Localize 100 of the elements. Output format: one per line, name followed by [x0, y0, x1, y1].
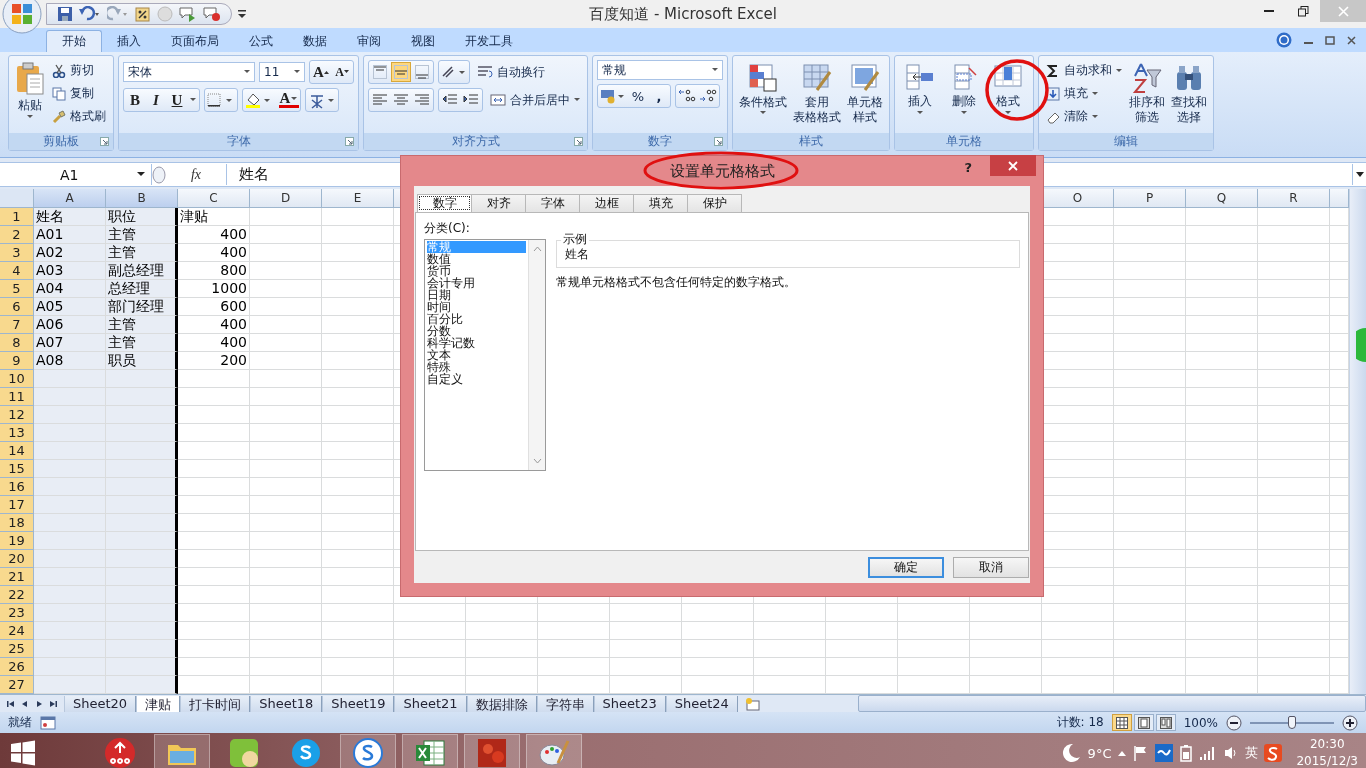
italic-button[interactable]: I: [146, 90, 166, 110]
percent-style-icon[interactable]: [135, 6, 151, 22]
zoom-out-icon[interactable]: [1226, 714, 1242, 731]
column-header[interactable]: O: [1042, 189, 1114, 208]
column-header[interactable]: Q: [1186, 189, 1258, 208]
comment-arrow-icon[interactable]: [179, 6, 197, 22]
sheet-tab[interactable]: Sheet20: [64, 695, 137, 712]
row-header[interactable]: 14: [0, 442, 34, 460]
category-item[interactable]: 自定义: [427, 373, 526, 385]
taskbar-button[interactable]: [340, 734, 396, 768]
category-item[interactable]: 会计专用: [427, 277, 526, 289]
next-sheet-icon[interactable]: [34, 698, 44, 709]
row-header[interactable]: 10: [0, 370, 34, 388]
find-button[interactable]: 查找和 选择: [1169, 60, 1209, 127]
slider-thumb[interactable]: [1288, 715, 1296, 729]
dialog-tab[interactable]: 边框: [579, 194, 634, 212]
row-header[interactable]: 2: [0, 226, 34, 244]
caret-icon[interactable]: [188, 97, 198, 103]
dialog-tab[interactable]: 字体: [525, 194, 580, 212]
bold-button[interactable]: B: [125, 90, 145, 110]
taskbar-button[interactable]: [464, 734, 520, 768]
table-button[interactable]: 套用 表格格式: [791, 60, 843, 127]
category-item[interactable]: 文本: [427, 349, 526, 361]
dialog-launcher-icon[interactable]: [714, 137, 723, 146]
first-sheet-icon[interactable]: [6, 698, 16, 709]
column-header[interactable]: D: [250, 189, 322, 208]
clear-button[interactable]: 清除: [1043, 106, 1125, 127]
row-header[interactable]: 24: [0, 622, 34, 640]
sheet-tab[interactable]: Sheet24: [665, 695, 738, 712]
column-header[interactable]: B: [106, 189, 178, 208]
row-header[interactable]: 5: [0, 280, 34, 298]
grow-font-button[interactable]: A: [311, 62, 331, 82]
row-header[interactable]: 13: [0, 424, 34, 442]
row-header[interactable]: 11: [0, 388, 34, 406]
wrap-text-button[interactable]: 自动换行: [474, 61, 548, 83]
row-header[interactable]: 12: [0, 406, 34, 424]
battery-icon[interactable]: [1179, 744, 1194, 762]
sheet-tab[interactable]: 字符串: [536, 695, 594, 712]
paste-button[interactable]: 粘贴: [13, 60, 47, 121]
column-header[interactable]: R: [1258, 189, 1330, 208]
break-view-button[interactable]: [1155, 714, 1176, 731]
cellstyle-button[interactable]: 单元格 样式: [845, 60, 885, 127]
help-button[interactable]: ?: [964, 160, 972, 175]
save-icon[interactable]: [57, 6, 73, 22]
row-header[interactable]: 6: [0, 298, 34, 316]
customize-caret-icon[interactable]: [238, 9, 246, 19]
percent-button[interactable]: %: [628, 86, 648, 106]
zoom-in-icon[interactable]: [1342, 714, 1358, 731]
ribbon-tab[interactable]: 页面布局: [156, 30, 234, 52]
cancel-button[interactable]: 取消: [953, 556, 1029, 578]
category-item[interactable]: 日期: [427, 289, 526, 301]
input-method-icon[interactable]: [1264, 744, 1283, 762]
painter-button[interactable]: 格式刷: [49, 106, 109, 127]
app-tray-icon[interactable]: [1155, 744, 1174, 762]
splitter-handle-icon[interactable]: [152, 165, 166, 184]
sheet-tab[interactable]: 打卡时间: [180, 695, 251, 712]
category-item[interactable]: 时间: [427, 301, 526, 313]
copy-button[interactable]: 复制: [49, 83, 109, 104]
close-icon[interactable]: [1347, 35, 1356, 45]
restore-icon[interactable]: [1325, 35, 1335, 45]
normal-view-button[interactable]: [1111, 714, 1132, 731]
font-size-field[interactable]: 11: [259, 62, 305, 82]
row-header[interactable]: 9: [0, 352, 34, 370]
ribbon-tab[interactable]: 公式: [234, 30, 288, 52]
dialog-tab[interactable]: 数字: [417, 194, 472, 212]
comment-delete-icon[interactable]: [203, 6, 221, 22]
number-format-field[interactable]: 常规: [597, 60, 723, 80]
category-item[interactable]: 货币: [427, 265, 526, 277]
sheet-tab[interactable]: 数据排除: [466, 695, 537, 712]
ribbon-tab[interactable]: 审阅: [342, 30, 396, 52]
column-header[interactable]: E: [322, 189, 394, 208]
ribbon-tab[interactable]: 视图: [396, 30, 450, 52]
show-hidden-icons-icon[interactable]: [1117, 749, 1128, 757]
sheet-tab[interactable]: Sheet21: [394, 695, 467, 712]
ribbon-tab[interactable]: 数据: [288, 30, 342, 52]
fill-button[interactable]: 填充: [1043, 83, 1125, 104]
taskbar-button[interactable]: [402, 734, 458, 768]
sheet-tab[interactable]: Sheet19: [322, 695, 395, 712]
conditional-button[interactable]: 条件格式: [737, 60, 789, 117]
sort-button[interactable]: 排序和 筛选: [1127, 60, 1167, 127]
category-item[interactable]: 特殊: [427, 361, 526, 373]
category-item[interactable]: 数值: [427, 253, 526, 265]
last-sheet-icon[interactable]: [48, 698, 58, 709]
name-box[interactable]: A1: [0, 164, 152, 185]
merge-center-button[interactable]: 合并后居中: [487, 89, 583, 111]
row-header[interactable]: 25: [0, 640, 34, 658]
bottom-align-button[interactable]: [412, 62, 432, 82]
row-header[interactable]: 16: [0, 478, 34, 496]
orientation-icon[interactable]: [440, 64, 468, 80]
row-header[interactable]: 27: [0, 676, 34, 694]
row-header[interactable]: 1: [0, 208, 34, 226]
shrink-font-button[interactable]: A: [332, 62, 352, 82]
row-header[interactable]: 3: [0, 244, 34, 262]
row-header[interactable]: 23: [0, 604, 34, 622]
category-item[interactable]: 科学记数: [427, 337, 526, 349]
underline-button[interactable]: U: [167, 90, 187, 110]
row-header[interactable]: 18: [0, 514, 34, 532]
dialog-launcher-icon[interactable]: [574, 137, 583, 146]
ribbon-tab[interactable]: 开始: [46, 30, 102, 52]
horizontal-scrollbar[interactable]: [857, 695, 1366, 712]
